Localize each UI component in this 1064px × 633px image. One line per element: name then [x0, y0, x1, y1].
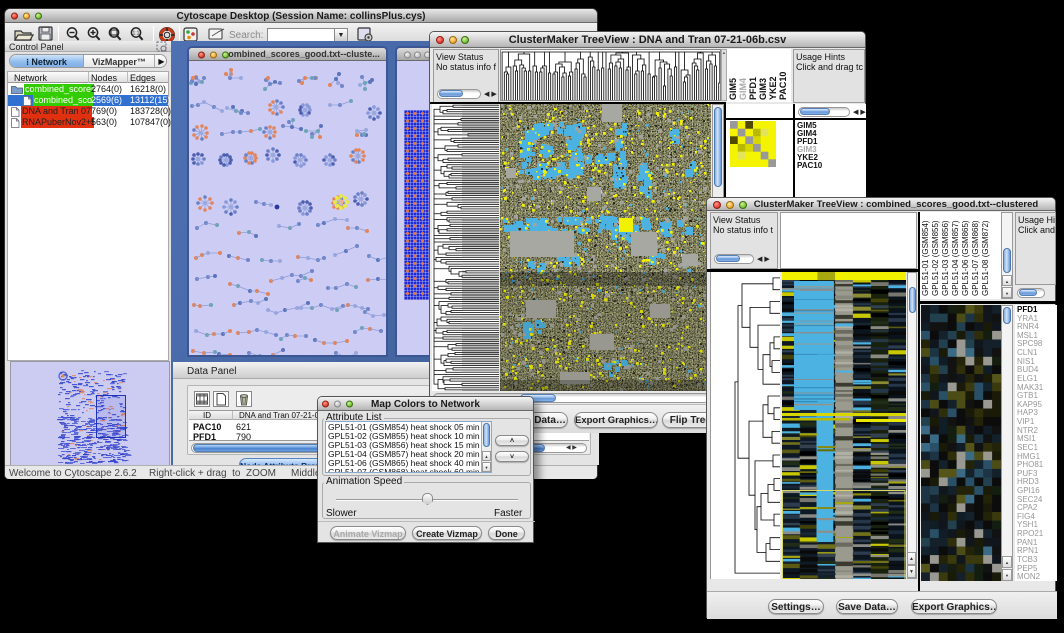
svg-text:1:1: 1:1 [133, 31, 140, 37]
